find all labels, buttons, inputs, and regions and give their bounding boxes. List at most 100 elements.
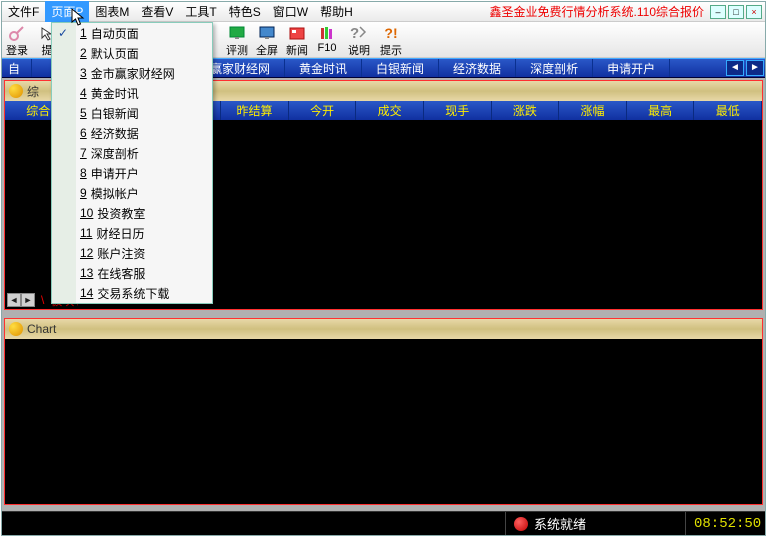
tool-help[interactable]: ? 说明 <box>342 22 376 58</box>
dropdown-item-2[interactable]: 2 默认页面 <box>52 43 212 63</box>
dropdown-item-number: 11 <box>80 226 92 240</box>
status-dot-icon <box>514 517 528 531</box>
dropdown-item-5[interactable]: 5 白银新闻 <box>52 103 212 123</box>
dropdown-item-13[interactable]: 13 在线客服 <box>52 263 212 283</box>
menu-view[interactable]: 查看V <box>135 1 179 22</box>
tool-fullscreen[interactable]: 全屏 <box>252 22 282 58</box>
tool-news[interactable]: 新闻 <box>282 22 312 58</box>
tool-f10[interactable]: F10 <box>312 22 342 54</box>
dropdown-item-12[interactable]: 12 账户注资 <box>52 243 212 263</box>
news-icon <box>288 24 306 42</box>
col-6[interactable]: 现手 <box>424 101 492 120</box>
menu-window[interactable]: 窗口W <box>267 1 314 22</box>
books-icon <box>318 24 336 42</box>
dropdown-item-number: 13 <box>80 266 93 280</box>
dropdown-item-number: 7 <box>80 146 87 160</box>
tool-hint[interactable]: ?! 提示 <box>376 22 406 58</box>
dropdown-item-number: 14 <box>80 286 93 300</box>
dropdown-item-label: 在线客服 <box>97 265 145 282</box>
minimize-button[interactable]: – <box>710 5 726 19</box>
dropdown-item-label: 财经日历 <box>96 225 144 242</box>
tab-gold[interactable]: 黄金时讯 <box>285 59 362 77</box>
dropdown-item-number: 3 <box>80 66 87 80</box>
globe-icon <box>9 84 23 98</box>
menu-page[interactable]: 页面P <box>45 1 89 22</box>
dropdown-item-label: 申请开户 <box>91 165 139 182</box>
maximize-button[interactable]: □ <box>728 5 744 19</box>
status-clock: 08:52:50 <box>685 512 765 535</box>
dropdown-item-label: 交易系统下载 <box>97 285 169 302</box>
tool-f10-label: F10 <box>312 42 342 54</box>
tabs-scroll-right[interactable]: ► <box>746 60 764 76</box>
menu-file[interactable]: 文件F <box>2 1 45 22</box>
dropdown-item-8[interactable]: 8 申请开户 <box>52 163 212 183</box>
menu-bar: 文件F 页面P 图表M 查看V 工具T 特色S 窗口W 帮助H 鑫圣金业免费行情… <box>2 2 765 22</box>
tab-silver[interactable]: 白银新闻 <box>362 59 439 77</box>
tab-econ[interactable]: 经济数据 <box>439 59 516 77</box>
dropdown-item-number: 1 <box>80 26 87 40</box>
dropdown-item-label: 投资教室 <box>97 205 145 222</box>
chart-panel: Chart <box>4 318 763 505</box>
app-title: 鑫圣金业免费行情分析系统.110综合报价 <box>490 3 710 20</box>
tool-login[interactable]: 登录 <box>2 22 32 58</box>
dropdown-item-label: 默认页面 <box>91 45 139 62</box>
svg-text:?: ? <box>350 25 359 42</box>
footer-scroll-left[interactable]: ◄ <box>7 293 21 307</box>
footer-scroll-right[interactable]: ► <box>21 293 35 307</box>
tool-fullscreen-label: 全屏 <box>252 42 282 58</box>
dropdown-item-14[interactable]: 14 交易系统下载 <box>52 283 212 303</box>
menu-help[interactable]: 帮助H <box>314 1 359 22</box>
dropdown-item-label: 经济数据 <box>91 125 139 142</box>
dropdown-item-1[interactable]: ✓1 自动页面 <box>52 23 212 43</box>
col-4[interactable]: 今开 <box>289 101 357 120</box>
close-button[interactable]: × <box>746 5 762 19</box>
tool-review-label: 评测 <box>222 42 252 58</box>
tab-account[interactable]: 申请开户 <box>593 59 670 77</box>
window-controls: – □ × <box>710 5 765 19</box>
tool-hint-label: 提示 <box>376 42 406 58</box>
dropdown-item-label: 黄金时讯 <box>91 85 139 102</box>
tabs-scroll-left[interactable]: ◄ <box>726 60 744 76</box>
tool-review[interactable]: 评测 <box>222 22 252 58</box>
dropdown-item-number: 6 <box>80 126 87 140</box>
page-menu-dropdown: ✓1 自动页面2 默认页面3 金市赢家财经网4 黄金时讯5 白银新闻6 经济数据… <box>51 22 213 304</box>
dropdown-item-label: 白银新闻 <box>91 105 139 122</box>
col-5[interactable]: 成交 <box>356 101 424 120</box>
quote-panel-title-text: 综 <box>27 83 39 100</box>
footer-sep-1: \ <box>41 293 44 307</box>
help-icon: ? <box>350 24 368 42</box>
chart-body[interactable] <box>5 339 762 504</box>
menu-chart[interactable]: 图表M <box>89 1 135 22</box>
dropdown-item-label: 深度剖析 <box>91 145 139 162</box>
col-8[interactable]: 涨幅 <box>559 101 627 120</box>
dropdown-item-4[interactable]: 4 黄金时讯 <box>52 83 212 103</box>
tab-auto[interactable]: 自 <box>2 59 32 77</box>
dropdown-item-10[interactable]: 10 投资教室 <box>52 203 212 223</box>
dropdown-item-number: 9 <box>80 186 87 200</box>
col-9[interactable]: 最高 <box>627 101 695 120</box>
dropdown-item-number: 5 <box>80 106 87 120</box>
globe-icon <box>9 322 23 336</box>
status-bar: 系统就绪 08:52:50 <box>2 511 765 535</box>
col-7[interactable]: 涨跌 <box>492 101 560 120</box>
qmark-icon: ?! <box>382 24 400 42</box>
dropdown-item-7[interactable]: 7 深度剖析 <box>52 143 212 163</box>
col-3[interactable]: 昨结算 <box>221 101 289 120</box>
dropdown-item-number: 8 <box>80 166 87 180</box>
dropdown-item-9[interactable]: 9 模拟帐户 <box>52 183 212 203</box>
col-10[interactable]: 最低 <box>694 101 762 120</box>
menu-tools[interactable]: 工具T <box>179 1 222 22</box>
dropdown-item-number: 4 <box>80 86 87 100</box>
tab-deep[interactable]: 深度剖析 <box>516 59 593 77</box>
dropdown-item-6[interactable]: 6 经济数据 <box>52 123 212 143</box>
dropdown-item-3[interactable]: 3 金市赢家财经网 <box>52 63 212 83</box>
chart-panel-title-text: Chart <box>27 322 56 336</box>
dropdown-item-label: 自动页面 <box>91 25 139 42</box>
status-text: 系统就绪 <box>534 514 586 533</box>
key-icon <box>8 24 26 42</box>
dropdown-item-label: 模拟帐户 <box>91 185 139 202</box>
dropdown-item-11[interactable]: 11 财经日历 <box>52 223 212 243</box>
chart-panel-title: Chart <box>5 319 762 339</box>
status-message: 系统就绪 <box>505 512 685 535</box>
menu-special[interactable]: 特色S <box>223 1 267 22</box>
